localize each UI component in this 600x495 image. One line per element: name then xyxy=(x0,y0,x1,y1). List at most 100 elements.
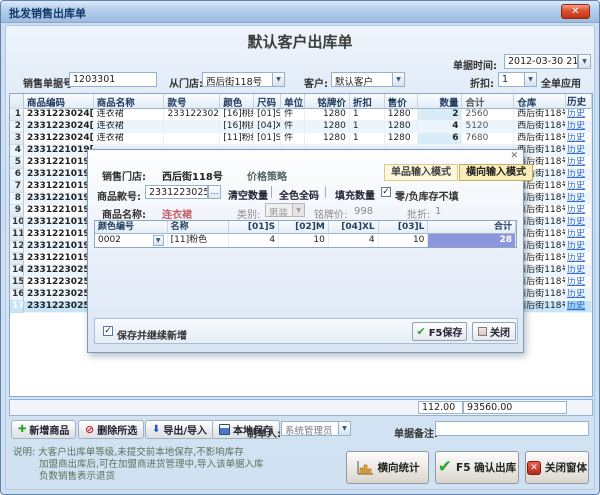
style-browse-button[interactable]: … xyxy=(208,185,221,199)
row-number[interactable]: 12 xyxy=(10,241,24,253)
history-link[interactable]: 历史 xyxy=(567,253,585,263)
cell-product-code[interactable]: 2331221019[92]米白 xyxy=(24,217,94,229)
history-link[interactable]: 历史 xyxy=(567,109,585,119)
cell-history[interactable]: 历史 xyxy=(566,205,592,217)
history-link[interactable]: 历史 xyxy=(567,169,585,179)
store-dropdown[interactable]: ▼ xyxy=(272,72,285,87)
customer-dropdown[interactable]: ▼ xyxy=(392,72,405,87)
row-number[interactable]: 4 xyxy=(10,145,24,157)
dialog-cell-size-m[interactable]: 10 xyxy=(279,234,329,247)
cell-discount[interactable]: 1 xyxy=(350,109,385,121)
cell-sale-price[interactable]: 1280 xyxy=(385,121,418,133)
history-link[interactable]: 历史 xyxy=(567,193,585,203)
cell-history[interactable]: 历史 xyxy=(566,121,592,133)
doc-no-input[interactable]: 1203301 xyxy=(69,72,157,87)
row-number[interactable]: 14 xyxy=(10,265,24,277)
row-number[interactable]: 17 xyxy=(10,301,24,313)
dialog-cell-color-code[interactable]: ▼0002 xyxy=(95,234,168,247)
maker-dropdown[interactable]: ▼ xyxy=(338,421,351,436)
row-number[interactable]: 1 xyxy=(10,109,24,121)
cell-history[interactable]: 历史 xyxy=(566,253,592,265)
confirm-outbound-button[interactable]: ✔ F5 确认出库 xyxy=(435,451,519,484)
row-number[interactable]: 15 xyxy=(10,277,24,289)
cell-product-code[interactable]: 2331221019[92]米白 xyxy=(24,193,94,205)
tab-horizontal-mode[interactable]: 横向输入模式 xyxy=(459,164,533,181)
category-select[interactable]: 男装 xyxy=(265,203,293,217)
cell-product-code[interactable]: 2331221019[16]桃红 xyxy=(24,253,94,265)
cell-discount[interactable]: 1 xyxy=(350,133,385,145)
cell-warehouse[interactable]: 西后街118号 xyxy=(514,109,566,121)
cell-history[interactable]: 历史 xyxy=(566,217,592,229)
row-number[interactable]: 7 xyxy=(10,181,24,193)
remark-input[interactable] xyxy=(435,421,589,436)
history-link[interactable]: 历史 xyxy=(567,217,585,227)
row-number[interactable]: 8 xyxy=(10,193,24,205)
cell-color[interactable]: [16]桃红 xyxy=(220,109,254,121)
row-number[interactable]: 9 xyxy=(10,205,24,217)
cell-style-no[interactable]: 2331223024 xyxy=(164,109,220,121)
history-link[interactable]: 历史 xyxy=(567,301,585,311)
tab-single-item-mode[interactable]: 单品输入模式 xyxy=(384,164,458,181)
cell-product-code[interactable]: 2331223024[11]粉红 xyxy=(24,133,94,145)
cell-history[interactable]: 历史 xyxy=(566,265,592,277)
cell-unit[interactable]: 件 xyxy=(281,109,305,121)
continue-checkbox[interactable]: ✓ xyxy=(103,326,113,336)
cell-color[interactable]: [11]粉红 xyxy=(220,133,254,145)
chevron-down-icon[interactable]: ▼ xyxy=(153,235,164,246)
cell-total[interactable]: 7680 xyxy=(462,133,514,145)
history-link[interactable]: 历史 xyxy=(567,277,585,287)
cell-product-code[interactable]: 2331221019[92]米白 xyxy=(24,205,94,217)
row-number[interactable]: 16 xyxy=(10,289,24,301)
window-close-button[interactable]: ✕ xyxy=(561,4,590,19)
cell-history[interactable]: 历史 xyxy=(566,277,592,289)
cell-history[interactable]: 历史 xyxy=(566,193,592,205)
apply-all-button[interactable]: 全单应用 xyxy=(541,75,581,90)
style-no-input[interactable]: 2331223025 xyxy=(145,185,208,199)
row-number[interactable]: 2 xyxy=(10,121,24,133)
history-link[interactable]: 历史 xyxy=(567,145,585,155)
history-link[interactable]: 历史 xyxy=(567,289,585,299)
cell-product-name[interactable]: 连衣裙 xyxy=(94,133,165,145)
cell-history[interactable]: 历史 xyxy=(566,109,592,121)
cell-history[interactable]: 历史 xyxy=(566,169,592,181)
cell-product-code[interactable]: 2331221019[16]桃红 xyxy=(24,241,94,253)
dialog-cell-size-xl[interactable]: 4 xyxy=(329,234,379,247)
row-number[interactable]: 11 xyxy=(10,229,24,241)
cell-history[interactable]: 历史 xyxy=(566,241,592,253)
history-link[interactable]: 历史 xyxy=(567,121,585,131)
discount-dropdown[interactable]: ▼ xyxy=(524,72,537,87)
cell-warehouse[interactable]: 西后街118号 xyxy=(514,121,566,133)
dialog-close-button[interactable]: 关闭 xyxy=(472,322,516,341)
cell-size[interactable]: [01]S xyxy=(254,133,281,145)
cell-history[interactable]: 历史 xyxy=(566,133,592,145)
row-number[interactable]: 6 xyxy=(10,169,24,181)
cell-sale-price[interactable]: 1280 xyxy=(385,133,418,145)
store-select[interactable]: 西后街118号 xyxy=(202,72,273,87)
cell-product-code[interactable]: 2331221019[11]粉红 xyxy=(24,157,94,169)
cell-history[interactable]: 历史 xyxy=(566,157,592,169)
cell-total[interactable]: 2560 xyxy=(462,109,514,121)
row-number[interactable]: 13 xyxy=(10,253,24,265)
history-link[interactable]: 历史 xyxy=(567,229,585,239)
table-row[interactable]: 32331223024[11]粉红连衣裙[11]粉红[01]S件12801128… xyxy=(10,133,592,145)
table-row[interactable]: 12331223024[16]桃红连衣裙2331223024[16]桃红[01]… xyxy=(10,109,592,121)
cell-product-code[interactable]: 2331221019[11]粉红 xyxy=(24,145,94,157)
maker-select[interactable]: 系统管理员 xyxy=(281,421,339,436)
cell-history[interactable]: 历史 xyxy=(566,289,592,301)
cell-warehouse[interactable]: 西后街118号 xyxy=(514,133,566,145)
doc-time-field[interactable]: 2012-03-30 21:52: xyxy=(504,54,578,69)
cell-tag-price[interactable]: 1280 xyxy=(305,121,350,133)
doc-time-dropdown[interactable]: ▼ xyxy=(578,54,591,69)
fill-quantity-button[interactable]: 填充数量 xyxy=(335,187,375,202)
row-number[interactable]: 5 xyxy=(10,157,24,169)
row-number[interactable]: 3 xyxy=(10,133,24,145)
cell-history[interactable]: 历史 xyxy=(566,229,592,241)
cell-unit[interactable]: 件 xyxy=(281,133,305,145)
cell-product-code[interactable]: 2331221019[11]粉红 xyxy=(24,181,94,193)
history-link[interactable]: 历史 xyxy=(567,205,585,215)
category-dropdown[interactable]: ▼ xyxy=(292,203,305,217)
cell-size[interactable]: [01]S xyxy=(254,109,281,121)
cell-product-code[interactable]: 2331223024[16]桃红 xyxy=(24,121,94,133)
cell-product-code[interactable]: 2331223025[11]粉红 xyxy=(24,289,94,301)
history-link[interactable]: 历史 xyxy=(567,181,585,191)
